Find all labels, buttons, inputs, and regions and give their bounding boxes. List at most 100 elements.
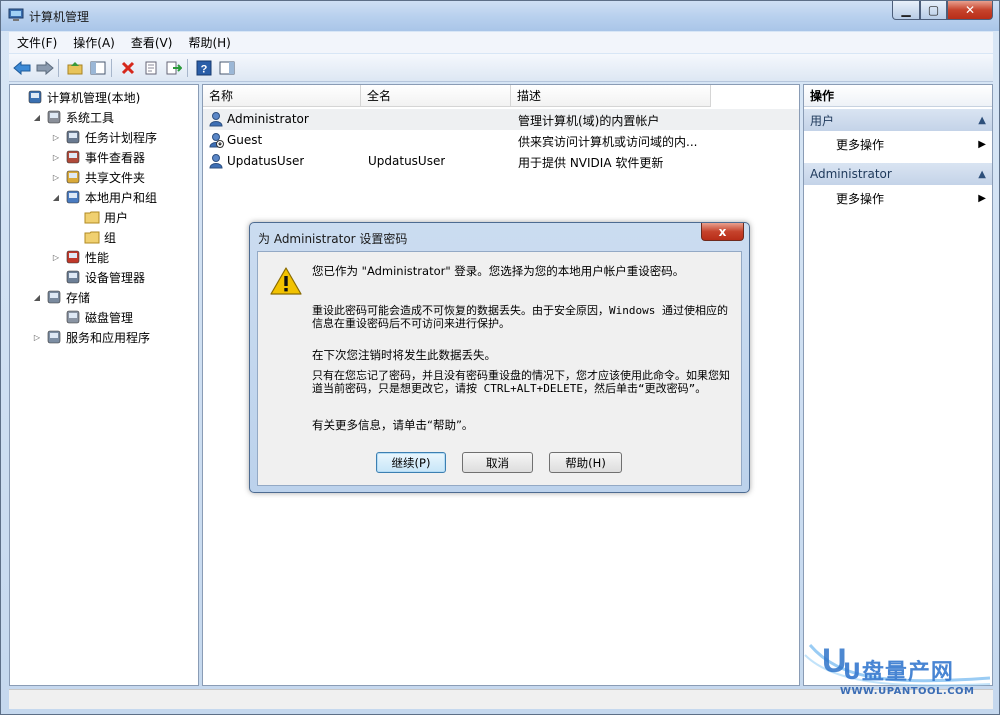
tree-item-label: 任务计划程序 — [85, 130, 158, 145]
export-icon[interactable] — [164, 58, 184, 78]
actions-section-title: Administrator — [810, 167, 892, 181]
expand-arrow-icon[interactable]: ▷ — [51, 153, 61, 162]
expand-arrow-icon[interactable]: ▷ — [51, 253, 61, 262]
system-tools-icon — [46, 109, 62, 125]
computer-management-icon — [8, 8, 24, 21]
dialog-title: 为 Administrator 设置密码 — [258, 232, 408, 246]
dialog-body: 您已作为 "Administrator" 登录。您选择为您的本地用户帐户重设密码… — [257, 251, 742, 486]
tree-item-label: 事件查看器 — [85, 150, 146, 165]
dialog-message-5: 有关更多信息，请单击“帮助”。 — [312, 418, 474, 432]
table-row[interactable]: Administrator 管理计算机(域)的内置帐户 — [203, 109, 799, 130]
local-users-icon — [65, 189, 81, 205]
menu-file[interactable]: 文件(F) — [9, 34, 65, 51]
expand-arrow-icon[interactable]: ▷ — [32, 333, 42, 342]
properties-icon[interactable] — [141, 58, 161, 78]
tree-item[interactable]: ▷ 任务计划程序 — [51, 127, 157, 147]
column-header-name[interactable]: 名称 — [203, 85, 361, 107]
collapse-icon[interactable]: ▲ — [978, 115, 986, 126]
minimize-button[interactable]: ▁ — [892, 1, 920, 20]
tree-item[interactable]: ▷ 服务和应用程序 — [32, 327, 150, 347]
tree-item-label: 本地用户和组 — [85, 190, 158, 205]
expand-arrow-icon[interactable]: ▷ — [51, 173, 61, 182]
shared-folders-icon — [65, 169, 81, 185]
more-actions-users[interactable]: 更多操作 ▶ — [804, 133, 992, 155]
warning-icon — [270, 267, 302, 295]
tree-item-label: 共享文件夹 — [85, 170, 146, 185]
dialog-close-button[interactable]: x — [701, 223, 744, 241]
tree-item[interactable]: ◢ 系统工具 — [32, 107, 114, 127]
dialog-message-3: 在下次您注销时将发生此数据丢失。 — [312, 348, 496, 362]
cancel-button[interactable]: 取消 — [462, 452, 533, 473]
cell-fullname: UpdatusUser — [368, 154, 446, 168]
user-icon — [208, 132, 224, 148]
continue-button[interactable]: 继续(P) — [376, 452, 446, 473]
collapse-arrow-icon[interactable]: ◢ — [32, 113, 42, 122]
tree-item[interactable]: ▷ 性能 — [51, 247, 109, 267]
back-icon[interactable] — [12, 58, 32, 78]
tree-item-label: 系统工具 — [66, 110, 115, 125]
watermark-url: WWW.UPANTOOL.COM — [840, 686, 975, 697]
help-button[interactable]: 帮助(H) — [549, 452, 622, 473]
storage-icon — [46, 289, 62, 305]
actions-section-administrator[interactable]: Administrator ▲ — [804, 163, 992, 185]
disk-management-icon — [65, 309, 81, 325]
more-actions-label: 更多操作 — [836, 191, 885, 206]
computer-management-icon — [27, 89, 43, 105]
tree-item[interactable]: 计算机管理(本地) — [13, 87, 140, 107]
more-actions-administrator[interactable]: 更多操作 ▶ — [804, 187, 992, 209]
help-icon[interactable]: ? — [194, 58, 214, 78]
collapse-arrow-icon[interactable]: ◢ — [32, 293, 42, 302]
performance-icon — [65, 249, 81, 265]
tree-item-label: 用户 — [104, 210, 129, 225]
tree-item-label: 服务和应用程序 — [66, 330, 151, 345]
menu-view[interactable]: 查看(V) — [123, 34, 181, 51]
close-icon: x — [718, 224, 727, 239]
services-apps-icon — [46, 329, 62, 345]
actions-header: 操作 — [804, 85, 992, 107]
tree-item[interactable]: ◢ 本地用户和组 — [51, 187, 157, 207]
forward-icon[interactable] — [35, 58, 55, 78]
show-hide-tree-icon[interactable] — [88, 58, 108, 78]
tree-item[interactable]: 磁盘管理 — [51, 307, 133, 327]
cell-name: UpdatusUser — [227, 154, 305, 168]
menu-action[interactable]: 操作(A) — [65, 34, 123, 51]
actions-section-title: 用户 — [810, 113, 835, 128]
tree-item[interactable]: ▷ 事件查看器 — [51, 147, 145, 167]
folder-icon — [84, 209, 100, 225]
show-hide-action-pane-icon[interactable] — [217, 58, 237, 78]
tree-item[interactable]: 用户 — [70, 207, 129, 227]
menu-help[interactable]: 帮助(H) — [180, 34, 238, 51]
delete-icon[interactable] — [118, 58, 138, 78]
folder-icon — [84, 229, 100, 245]
user-icon — [208, 111, 224, 127]
menu-bar: 文件(F) 操作(A) 查看(V) 帮助(H) — [9, 32, 993, 53]
maximize-button[interactable]: ▢ — [920, 1, 947, 20]
collapse-icon[interactable]: ▲ — [978, 169, 986, 180]
up-folder-icon[interactable] — [65, 58, 85, 78]
submenu-arrow-icon: ▶ — [978, 192, 986, 204]
actions-section-users[interactable]: 用户 ▲ — [804, 109, 992, 131]
tree-item-label: 组 — [104, 230, 117, 245]
tree-item-label: 磁盘管理 — [85, 310, 134, 325]
collapse-arrow-icon[interactable]: ◢ — [51, 193, 61, 202]
title-bar[interactable]: 计算机管理 ▁ ▢ ✕ — [1, 1, 999, 31]
user-icon — [208, 153, 224, 169]
svg-text:?: ? — [201, 63, 208, 75]
tree-item[interactable]: 组 — [70, 227, 116, 247]
tree-item-label: 性能 — [85, 250, 110, 265]
column-header-description[interactable]: 描述 — [511, 85, 711, 107]
table-row[interactable]: UpdatusUser UpdatusUser 用于提供 NVIDIA 软件更新 — [203, 151, 799, 172]
tree-item-label: 设备管理器 — [85, 270, 146, 285]
tree-item[interactable]: ▷ 共享文件夹 — [51, 167, 145, 187]
expand-arrow-icon[interactable]: ▷ — [51, 133, 61, 142]
tree-item[interactable]: 设备管理器 — [51, 267, 145, 287]
event-viewer-icon — [65, 149, 81, 165]
cell-description: 供来宾访问计算机或访问域的内... — [518, 135, 698, 149]
close-button[interactable]: ✕ — [947, 1, 993, 20]
cell-name: Administrator — [227, 112, 309, 126]
column-header-fullname[interactable]: 全名 — [361, 85, 511, 107]
tree-item[interactable]: ◢ 存储 — [32, 287, 90, 307]
tree-item-label: 存储 — [66, 290, 91, 305]
toolbar: ? — [9, 54, 993, 82]
table-row[interactable]: Guest 供来宾访问计算机或访问域的内... — [203, 130, 799, 151]
